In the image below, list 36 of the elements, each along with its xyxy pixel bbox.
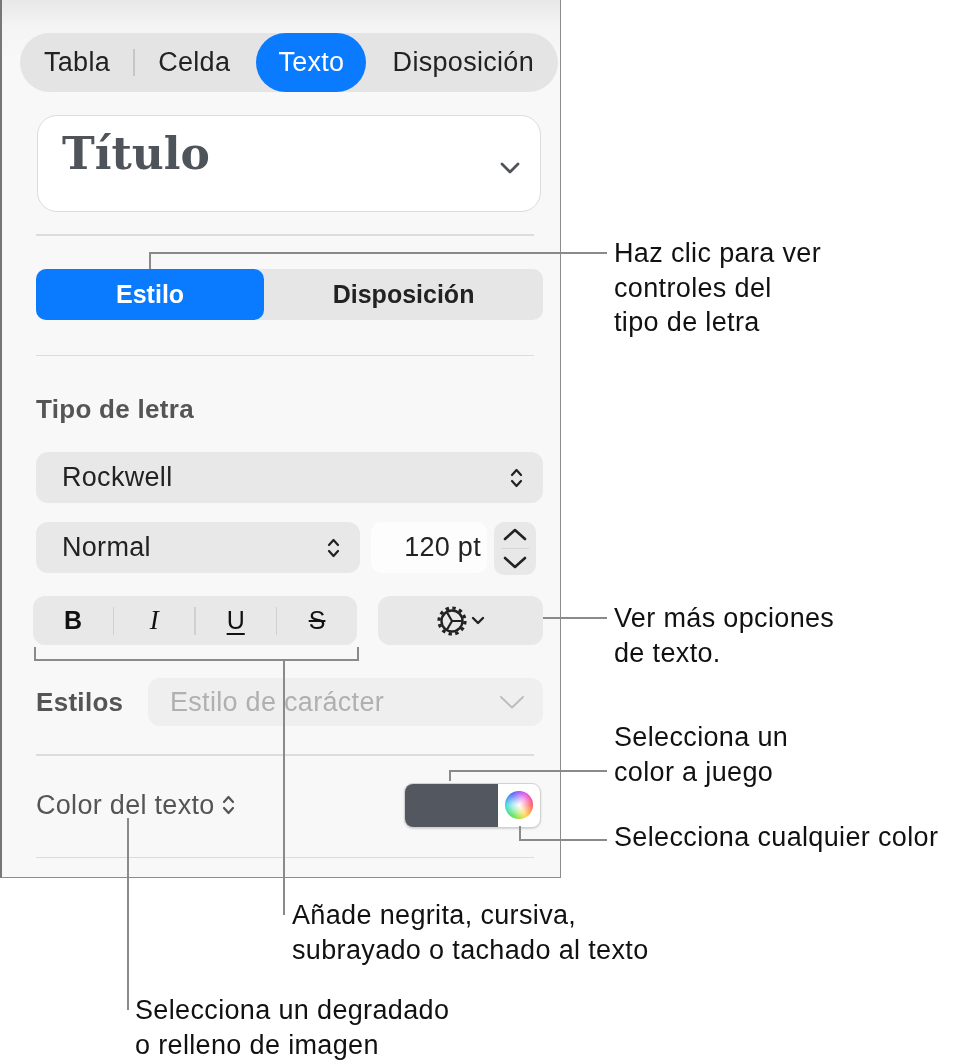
font-style-popup[interactable]: Normal [36,522,360,573]
font-size-stepper[interactable] [494,522,536,575]
font-family-popup[interactable]: Rockwell [36,452,543,503]
tab[interactable]: Celda [136,33,253,92]
bold-button[interactable]: B [33,596,113,645]
up-down-chevron-icon [327,536,340,559]
italic-button[interactable]: I [114,596,195,645]
tab[interactable]: Disposición [370,33,556,92]
chevron-down-icon [471,616,485,625]
segment-tab[interactable]: Estilo [36,268,265,320]
tab[interactable]: Texto [256,33,367,92]
strikethrough-button[interactable]: S [277,596,357,645]
color-swatch[interactable] [405,783,498,827]
chevron-down-icon[interactable] [502,556,528,570]
callout-text: Añade negrita, cursiva, subrayado o tachado al texto [292,899,649,967]
callout-text: Selecciona un degradado o relleno de imagen [135,994,450,1062]
field-label: Estilos [36,686,125,718]
chevron-down-icon [500,161,520,174]
segment-tab[interactable]: Disposición [264,268,543,320]
text-options-button[interactable] [378,596,543,645]
underline-button[interactable]: U [195,596,276,645]
font-size-field[interactable]: 120 pt [371,522,487,573]
section-heading: Tipo de letra [36,393,195,425]
callout-text: Selecciona cualquier color [614,821,939,854]
chevron-up-icon[interactable] [502,527,528,541]
up-down-chevron-icon [510,466,523,489]
paragraph-style-dropdown[interactable]: Título [37,115,541,212]
callout-text: Haz clic para ver controles del tipo de letra [614,237,821,339]
callout-text: Selecciona un color a juego [614,721,789,789]
text-color-popup[interactable]: Color del texto [36,789,235,821]
gear-icon [436,604,468,637]
chevron-down-icon [499,694,525,710]
up-down-chevron-icon [221,794,235,816]
color-wheel-icon[interactable] [505,791,533,819]
callout-text: Ver más opciones de texto. [614,602,835,670]
tab[interactable]: Tabla [22,33,133,92]
